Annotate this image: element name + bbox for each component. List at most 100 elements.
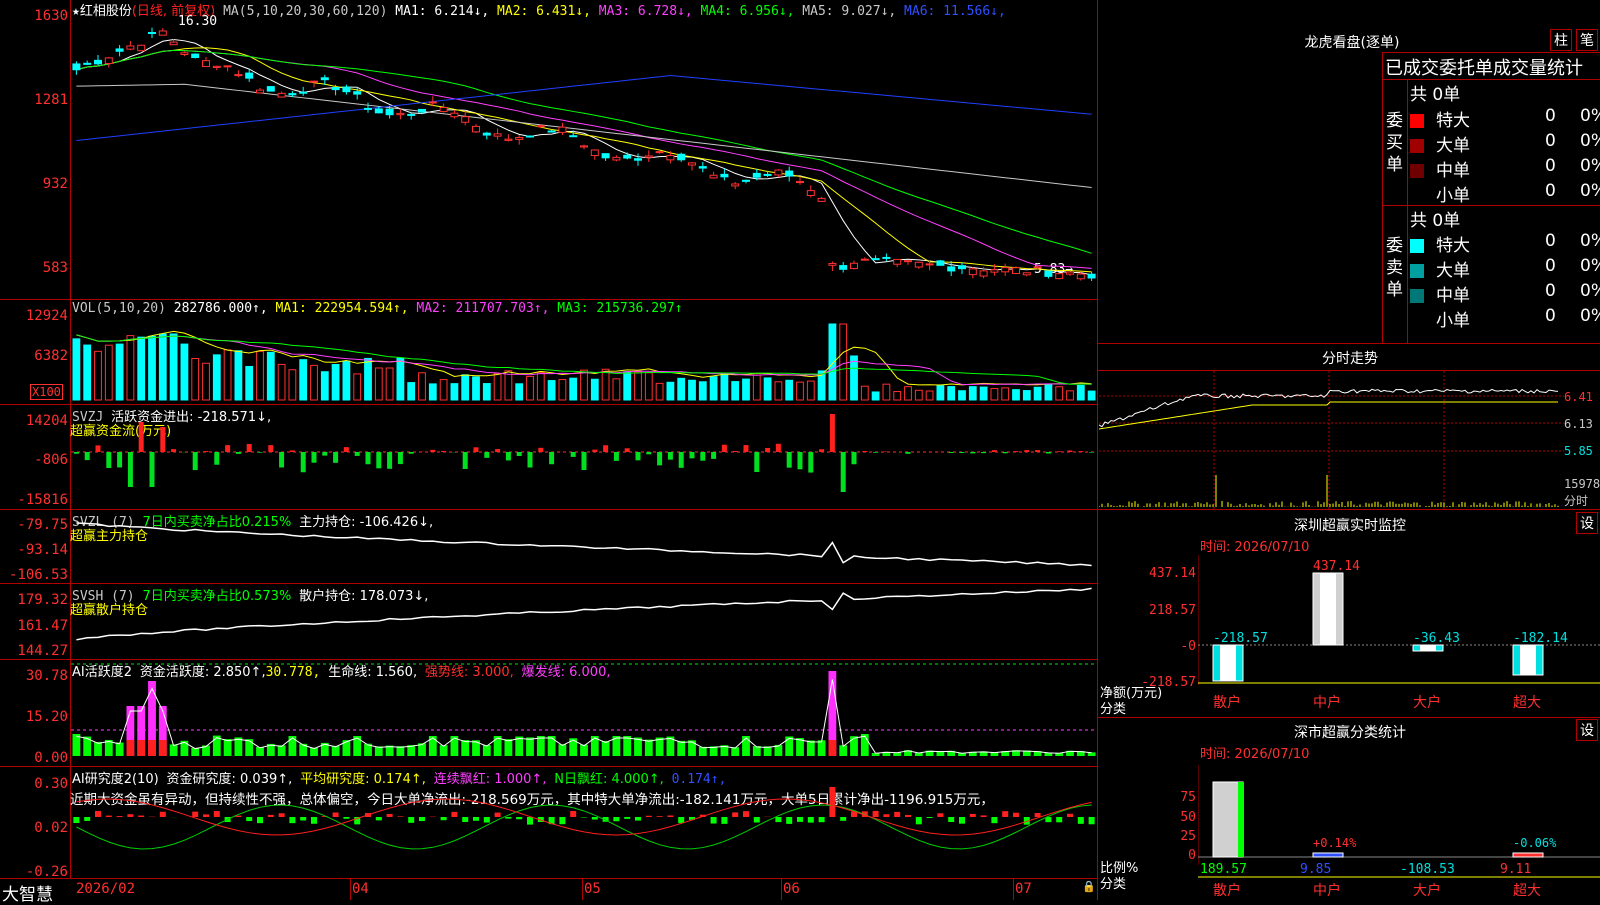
candle bbox=[840, 266, 847, 270]
lhb-row-count: 0 bbox=[1545, 256, 1556, 276]
flow-bar bbox=[279, 452, 284, 467]
research-bar bbox=[808, 817, 814, 823]
vol-bar bbox=[743, 379, 750, 400]
flow-bar bbox=[376, 452, 381, 468]
flow-bar bbox=[798, 452, 803, 469]
activity-bar bbox=[861, 734, 869, 756]
class-value-label: 189.57 bbox=[1200, 862, 1247, 877]
svzj-ylabel: -15816 bbox=[17, 492, 68, 508]
research-bar bbox=[516, 817, 522, 819]
volume-chart[interactable] bbox=[71, 300, 1097, 404]
flow-bar bbox=[679, 452, 684, 468]
ai-research-ylabel: -0.26 bbox=[26, 864, 68, 880]
price-ylabel: 583 bbox=[43, 260, 68, 276]
candle bbox=[483, 133, 490, 135]
svzl-ylabel: -93.14 bbox=[17, 542, 68, 558]
activity-bar bbox=[580, 745, 588, 756]
research-bar bbox=[743, 811, 749, 817]
lhb-row: 特大00% bbox=[1410, 231, 1600, 255]
monitor-chart[interactable]: -218.57散户437.14中户-36.43大户-182.14超大 bbox=[1198, 555, 1600, 715]
lhb-row: 特大00% bbox=[1410, 106, 1600, 130]
lhb-row-label: 小单 bbox=[1436, 186, 1470, 206]
ma-line bbox=[76, 50, 1091, 253]
vol-bar bbox=[840, 324, 847, 400]
research-bar bbox=[84, 817, 90, 821]
candle bbox=[656, 152, 663, 153]
candle bbox=[818, 198, 825, 201]
flow-bar bbox=[409, 452, 414, 454]
candle bbox=[73, 64, 80, 70]
candle bbox=[937, 261, 944, 265]
flow-bar bbox=[1014, 451, 1019, 452]
activity-bar-base bbox=[137, 740, 145, 756]
color-swatch-icon bbox=[1410, 114, 1424, 128]
candle bbox=[440, 107, 447, 111]
x-label: 07 bbox=[1015, 881, 1032, 897]
research-bar bbox=[754, 817, 760, 823]
candle bbox=[570, 136, 577, 137]
ai-research-chart[interactable] bbox=[71, 767, 1097, 878]
candle bbox=[624, 155, 631, 158]
monitor-ylabel: 437.14 bbox=[1110, 566, 1196, 581]
monitor-settings-button[interactable]: 设 bbox=[1576, 512, 1598, 534]
vol-bar bbox=[1056, 387, 1063, 400]
activity-bar bbox=[645, 740, 653, 756]
flow-bar bbox=[139, 422, 144, 452]
candle bbox=[645, 156, 652, 157]
candle bbox=[332, 88, 339, 90]
flow-bar bbox=[852, 452, 857, 464]
activity-bar bbox=[170, 744, 178, 756]
rp-sep bbox=[1098, 343, 1600, 344]
vol-bar bbox=[116, 344, 123, 400]
vol-bar bbox=[429, 384, 436, 400]
x-label: 2026/02 bbox=[76, 881, 135, 897]
candle bbox=[181, 53, 188, 55]
activity-bar bbox=[677, 741, 685, 756]
research-bar bbox=[1067, 814, 1073, 817]
vol-bar bbox=[1088, 391, 1095, 400]
lock-icon[interactable]: 🔒 bbox=[1082, 880, 1096, 893]
intraday-vol-unit: 分时 bbox=[1564, 492, 1588, 509]
svsh-chart[interactable] bbox=[71, 584, 1097, 659]
candle bbox=[300, 92, 307, 93]
ai-active-ylabel: 0.00 bbox=[34, 750, 68, 766]
price-chart[interactable] bbox=[71, 0, 1097, 299]
research-bar bbox=[991, 817, 997, 823]
flow-bar bbox=[981, 452, 986, 453]
intraday-chart[interactable] bbox=[1099, 371, 1564, 509]
class-bar bbox=[1313, 853, 1343, 857]
ai-research-ylabel: 0.02 bbox=[34, 820, 68, 836]
vol-ylabel: 12924 bbox=[26, 308, 68, 324]
research-bar bbox=[829, 787, 835, 817]
svzj-chart[interactable] bbox=[71, 405, 1097, 509]
tick-mode-button[interactable]: 笔 bbox=[1576, 29, 1598, 51]
vol-bar bbox=[624, 372, 631, 400]
svzl-chart[interactable] bbox=[71, 510, 1097, 583]
vol-bar bbox=[645, 373, 652, 400]
activity-bar bbox=[548, 736, 556, 756]
candle bbox=[386, 109, 393, 115]
classify-settings-button[interactable]: 设 bbox=[1576, 719, 1598, 741]
vol-ylabel: 6382 bbox=[34, 348, 68, 364]
classify-chart[interactable]: 189.57散户9.85中户-108.53大户9.11超大+0.14%-0.06… bbox=[1198, 765, 1600, 900]
vol-bar bbox=[710, 377, 717, 400]
lhb-row-pct: 0% bbox=[1580, 306, 1600, 326]
vol-bar bbox=[851, 356, 858, 400]
research-bar bbox=[527, 817, 533, 825]
category-label: 中户 bbox=[1313, 882, 1341, 899]
flow-bar bbox=[495, 449, 500, 452]
flow-bar bbox=[312, 452, 317, 463]
vol-bar bbox=[883, 384, 890, 400]
candle bbox=[1002, 268, 1009, 272]
vol-bar bbox=[494, 374, 501, 400]
flow-bar bbox=[700, 452, 705, 461]
ai-active-chart[interactable] bbox=[71, 660, 1097, 766]
candle bbox=[95, 60, 102, 63]
activity-bar bbox=[505, 739, 513, 756]
candle bbox=[257, 90, 264, 93]
svsh-ylabel: 161.47 bbox=[17, 618, 68, 634]
flow-bar bbox=[808, 452, 813, 473]
bar-mode-button[interactable]: 柱 bbox=[1550, 29, 1572, 51]
vol-bar bbox=[289, 370, 296, 400]
lhb-row-label: 小单 bbox=[1436, 311, 1470, 331]
